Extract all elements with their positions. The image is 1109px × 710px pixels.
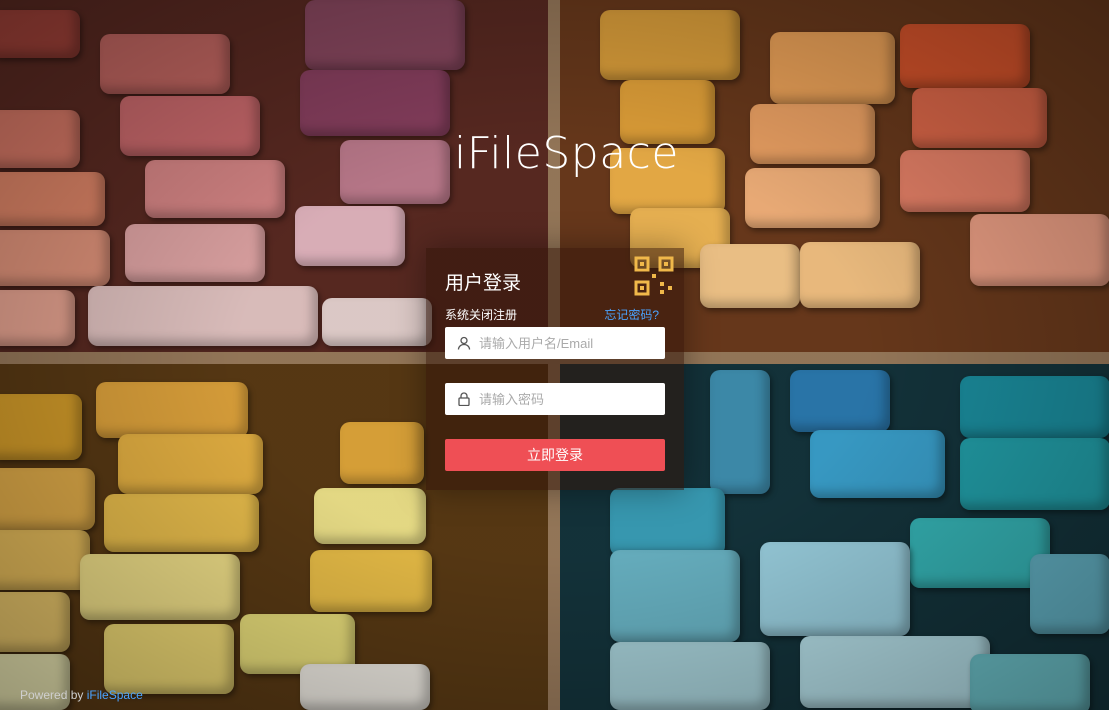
username-field[interactable]	[445, 327, 665, 359]
lock-icon	[457, 392, 471, 406]
login-panel: 用户登录 系统关闭注册 忘记密码? 请输入用户名/Email 立即登录	[426, 248, 684, 490]
app-brand-title: iFileSpace	[454, 128, 679, 179]
qr-code-icon[interactable]	[630, 252, 678, 300]
password-input[interactable]	[477, 383, 665, 415]
forgot-password-link[interactable]: 忘记密码?	[604, 306, 659, 323]
username-input[interactable]	[477, 327, 665, 359]
footer-brand-link[interactable]: iFileSpace	[87, 688, 143, 702]
login-button[interactable]: 立即登录	[445, 439, 665, 471]
footer-prefix: Powered by	[20, 688, 84, 702]
user-icon	[457, 336, 471, 350]
login-title: 用户登录	[445, 273, 522, 294]
registration-closed-note: 系统关闭注册	[445, 308, 518, 322]
footer-powered-by: Powered by iFileSpace	[20, 688, 143, 702]
password-field[interactable]	[445, 383, 665, 415]
